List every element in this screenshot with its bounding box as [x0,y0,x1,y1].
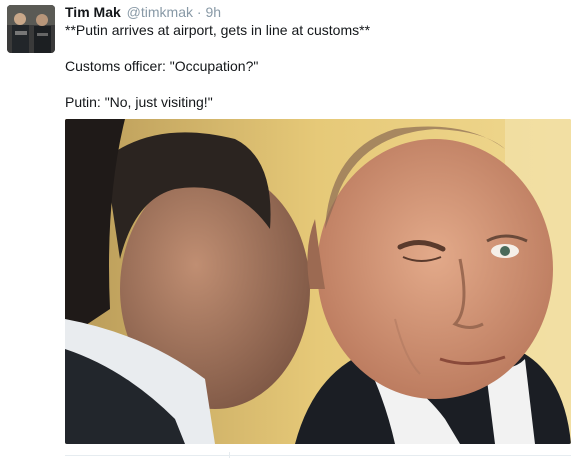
action-bar-divider [65,455,571,456]
tweet-text: **Putin arrives at airport, gets in line… [65,21,565,111]
header-separator: · [196,4,202,20]
tweet-text-line: Customs officer: "Occupation?" [65,58,259,74]
author-avatar[interactable] [7,5,55,53]
action-bar-separator [229,452,230,458]
tweet-header: Tim Mak @timkmak · 9h [65,3,221,21]
tweet-timestamp[interactable]: 9h [205,4,221,20]
photo-illustration [65,119,571,444]
tweet-text-line: **Putin arrives at airport, gets in line… [65,22,371,38]
author-handle[interactable]: @timkmak [127,4,193,20]
tweet-text-line: Putin: "No, just visiting!" [65,94,213,110]
author-name[interactable]: Tim Mak [65,4,121,20]
tweet: Tim Mak @timkmak · 9h **Putin arrives at… [0,0,582,458]
tweet-photo[interactable] [65,119,571,444]
